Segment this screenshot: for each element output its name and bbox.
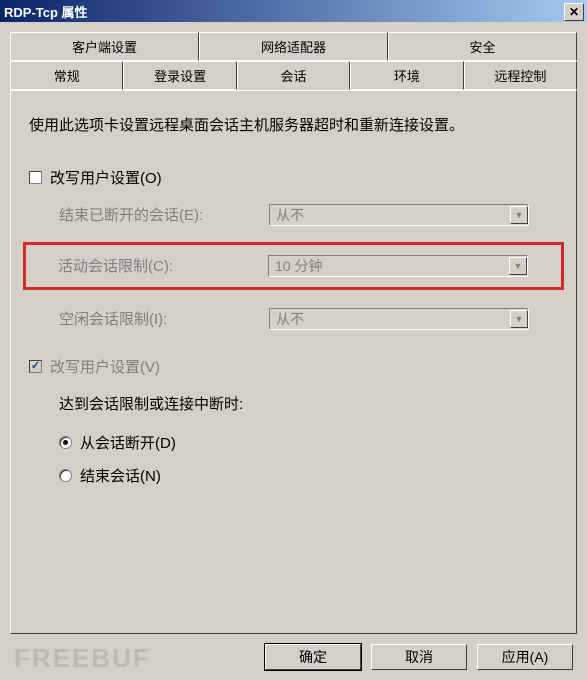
- tab-logon-settings[interactable]: 登录设置: [123, 61, 236, 90]
- checkbox-override-2[interactable]: [29, 360, 42, 373]
- highlight-active-limit: 活动会话限制(C): 10 分钟 ▼: [23, 242, 564, 290]
- field-end-disconnected: 结束已断开的会话(E): 从不 ▼: [59, 204, 558, 226]
- tab-sessions[interactable]: 会话: [237, 61, 350, 90]
- apply-button[interactable]: 应用(A): [477, 644, 573, 670]
- tab-general[interactable]: 常规: [10, 61, 123, 90]
- radio-disconnect-label: 从会话断开(D): [80, 432, 176, 453]
- tab-panel-sessions: 使用此选项卡设置远程桌面会话主机服务器超时和重新连接设置。 改写用户设置(O) …: [10, 90, 577, 634]
- select-end-disconnected[interactable]: 从不 ▼: [269, 204, 529, 226]
- radio-end-row[interactable]: 结束会话(N): [59, 465, 558, 486]
- select-active-limit[interactable]: 10 分钟 ▼: [268, 255, 528, 277]
- panel-description: 使用此选项卡设置远程桌面会话主机服务器超时和重新连接设置。: [29, 113, 558, 139]
- tab-security[interactable]: 安全: [388, 32, 577, 61]
- select-active-limit-value: 10 分钟: [275, 256, 322, 276]
- override-user-settings-2-row[interactable]: 改写用户设置(V): [29, 356, 558, 377]
- radio-disconnect[interactable]: [59, 436, 72, 449]
- dialog-body: 客户端设置 网络适配器 安全 常规 登录设置 会话 环境 远程控制 使用此选项卡…: [0, 22, 587, 680]
- checkbox-override-2-label: 改写用户设置(V): [50, 356, 160, 377]
- ok-button[interactable]: 确定: [265, 644, 361, 670]
- checkbox-override-1[interactable]: [29, 171, 42, 184]
- radio-end-session[interactable]: [59, 469, 72, 482]
- field-active-limit: 活动会话限制(C): 10 分钟 ▼: [58, 255, 553, 277]
- select-end-disconnected-value: 从不: [276, 205, 304, 225]
- tabs-row-1: 客户端设置 网络适配器 安全: [10, 32, 577, 61]
- field-idle-limit: 空闲会话限制(I): 从不 ▼: [59, 308, 558, 330]
- override-user-settings-1-row[interactable]: 改写用户设置(O): [29, 167, 558, 188]
- dialog-button-row: 确定 取消 应用(A): [10, 634, 577, 670]
- label-active-limit: 活动会话限制(C):: [58, 255, 268, 276]
- tab-network-adapter[interactable]: 网络适配器: [199, 32, 388, 61]
- action-heading: 达到会话限制或连接中断时:: [59, 393, 558, 414]
- titlebar: RDP-Tcp 属性 ✕: [0, 0, 587, 22]
- cancel-button[interactable]: 取消: [371, 644, 467, 670]
- chevron-down-icon: ▼: [510, 206, 528, 224]
- tab-remote-control[interactable]: 远程控制: [464, 61, 577, 90]
- select-idle-limit[interactable]: 从不 ▼: [269, 308, 529, 330]
- tabs-row-2: 常规 登录设置 会话 环境 远程控制: [10, 61, 577, 90]
- tab-client-settings[interactable]: 客户端设置: [10, 32, 199, 61]
- close-icon: ✕: [569, 5, 579, 19]
- chevron-down-icon: ▼: [510, 310, 528, 328]
- label-idle-limit: 空闲会话限制(I):: [59, 308, 269, 329]
- select-idle-limit-value: 从不: [276, 309, 304, 329]
- radio-disconnect-row[interactable]: 从会话断开(D): [59, 432, 558, 453]
- label-end-disconnected: 结束已断开的会话(E):: [59, 204, 269, 225]
- tab-environment[interactable]: 环境: [350, 61, 463, 90]
- chevron-down-icon: ▼: [509, 257, 527, 275]
- window-title: RDP-Tcp 属性: [4, 2, 88, 21]
- radio-end-label: 结束会话(N): [80, 465, 161, 486]
- checkbox-override-1-label: 改写用户设置(O): [50, 167, 162, 188]
- close-button[interactable]: ✕: [564, 3, 584, 21]
